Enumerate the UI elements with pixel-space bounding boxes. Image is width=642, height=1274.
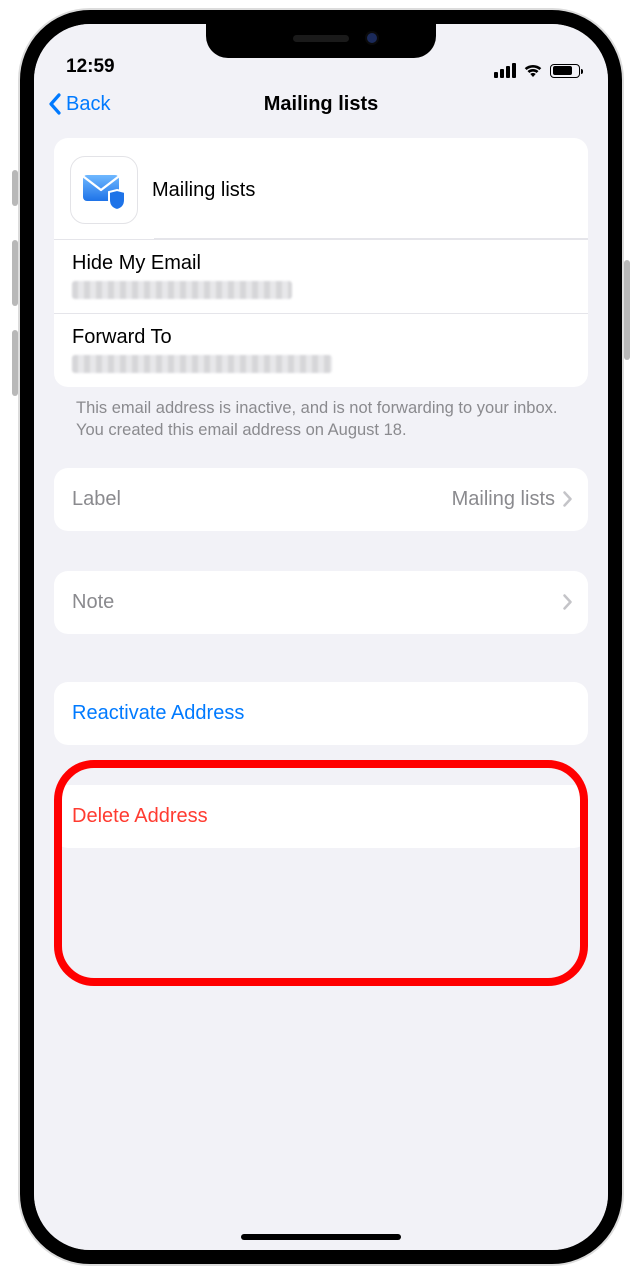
address-info-card: Mailing lists Hide My Email Forward To xyxy=(54,138,588,387)
page-title: Mailing lists xyxy=(34,93,608,116)
forward-to-row: Forward To xyxy=(54,313,588,387)
label-row-key: Label xyxy=(72,488,121,511)
back-button[interactable]: Back xyxy=(48,93,110,116)
label-row-value: Mailing lists xyxy=(452,488,555,511)
chevron-right-icon xyxy=(563,491,572,507)
chevron-right-icon xyxy=(563,594,572,610)
navigation-bar: Back Mailing lists xyxy=(34,80,608,128)
mail-shield-icon xyxy=(70,156,138,224)
note-card: Note xyxy=(54,571,588,634)
wifi-icon xyxy=(523,63,543,78)
note-row-label: Note xyxy=(72,591,114,614)
chevron-left-icon xyxy=(48,93,62,115)
reactivate-address-button[interactable]: Reactivate Address xyxy=(54,682,588,745)
forward-to-value-redacted xyxy=(72,355,332,373)
label-card: Label Mailing lists xyxy=(54,468,588,531)
phone-notch xyxy=(206,24,436,58)
delete-address-button[interactable]: Delete Address xyxy=(54,785,588,848)
hide-my-email-row: Hide My Email xyxy=(54,239,588,313)
note-row[interactable]: Note xyxy=(54,571,588,634)
phone-volume-up xyxy=(12,240,18,306)
delete-card: Delete Address xyxy=(54,785,588,848)
phone-silence-switch xyxy=(12,170,18,206)
phone-volume-down xyxy=(12,330,18,396)
back-label: Back xyxy=(66,93,110,116)
reactivate-card: Reactivate Address xyxy=(54,682,588,745)
cellular-signal-icon xyxy=(494,63,516,78)
screen: 12:59 Back Mailing lists xyxy=(34,24,608,1250)
label-row[interactable]: Label Mailing lists xyxy=(54,468,588,531)
address-header-title: Mailing lists xyxy=(152,179,255,202)
hide-my-email-value-redacted xyxy=(72,281,292,299)
phone-power-button xyxy=(624,260,630,360)
status-footnote: This email address is inactive, and is n… xyxy=(54,387,588,442)
hide-my-email-label: Hide My Email xyxy=(72,252,570,275)
status-time: 12:59 xyxy=(66,56,115,78)
battery-icon xyxy=(550,64,580,78)
phone-frame: 12:59 Back Mailing lists xyxy=(20,10,622,1264)
forward-to-label: Forward To xyxy=(72,326,570,349)
home-indicator[interactable] xyxy=(241,1234,401,1240)
